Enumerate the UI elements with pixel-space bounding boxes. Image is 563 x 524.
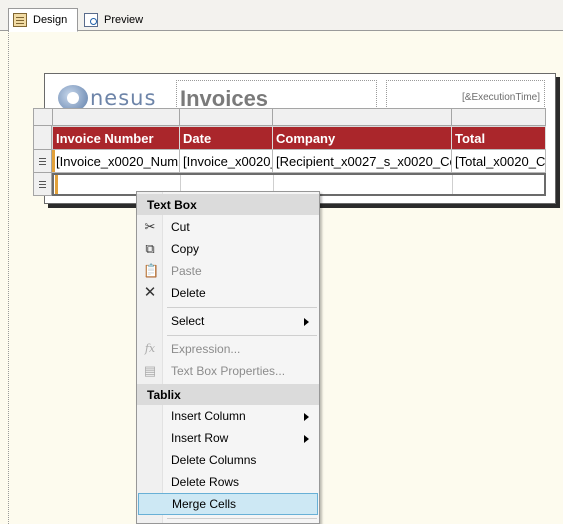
menu-item-label: Expression... — [171, 342, 241, 356]
row-handle-detail[interactable] — [33, 149, 52, 173]
logo-text: nesus — [90, 86, 157, 110]
delete-x-icon: ✕ — [143, 284, 157, 301]
design-icon — [13, 13, 27, 27]
menu-item-label: Merge Cells — [172, 497, 237, 511]
menu-item-label: Cut — [171, 220, 190, 234]
menu-item-expression[interactable]: fx Expression... — [137, 338, 319, 360]
menu-item-label: Insert Column — [171, 409, 246, 423]
fx-icon: fx — [144, 342, 156, 355]
header-cell-total[interactable]: Total — [451, 126, 546, 150]
menu-item-insert-row[interactable]: Insert Row — [137, 427, 319, 449]
paste-icon: 📋 — [143, 263, 160, 278]
row-group-icon — [39, 158, 46, 159]
execution-time: [&ExecutionTime] — [462, 92, 540, 103]
tab-design-label: Design — [33, 14, 68, 26]
preview-icon — [84, 12, 98, 27]
row-handle-new[interactable] — [33, 172, 52, 196]
submenu-arrow-icon — [304, 413, 309, 421]
column-handle[interactable] — [52, 108, 180, 126]
properties-icon: ▤ — [143, 363, 157, 378]
selection-marker — [55, 175, 58, 194]
menu-item-delete-columns[interactable]: Delete Columns — [137, 449, 319, 471]
tab-preview[interactable]: Preview — [80, 8, 150, 31]
menu-item-paste[interactable]: 📋 Paste — [137, 260, 319, 282]
detail-cell-date[interactable]: [Invoice_x0020_Date] — [179, 149, 273, 173]
submenu-arrow-icon — [304, 435, 309, 443]
tablix-corner-handle[interactable] — [33, 108, 53, 126]
menu-item-label: Select — [171, 314, 205, 328]
detail-cell-invoice-number[interactable]: [Invoice_x0020_Number] — [52, 149, 180, 173]
menu-section-text-box: Text Box — [137, 194, 319, 215]
context-menu: Text Box ✂ Cut ⧉ Copy 📋 Paste ✕ Delete S… — [136, 191, 320, 524]
menu-item-label: Delete Columns — [171, 453, 257, 467]
menu-separator — [167, 518, 317, 519]
menu-item-cut[interactable]: ✂ Cut — [137, 216, 319, 238]
menu-item-label: Text Box Properties... — [171, 364, 286, 378]
tab-design[interactable]: Design — [8, 8, 78, 32]
tab-preview-label: Preview — [104, 13, 144, 26]
row-handle-header[interactable] — [33, 125, 52, 150]
column-handle[interactable] — [272, 108, 452, 126]
detail-cell-total[interactable]: [Total_x0020_Cost] — [451, 149, 546, 173]
column-handle[interactable] — [451, 108, 546, 126]
submenu-arrow-icon — [304, 318, 309, 326]
header-cell-company[interactable]: Company — [272, 126, 452, 150]
detail-cell-company[interactable]: [Recipient_x0027_s_x0020_Company] — [272, 149, 452, 173]
menu-item-label: Delete — [171, 286, 206, 300]
menu-item-label: Paste — [171, 264, 202, 278]
menu-separator — [167, 335, 317, 336]
scissors-icon: ✂ — [144, 219, 156, 234]
cell-divider — [452, 175, 453, 194]
menu-item-label: Copy — [171, 242, 200, 256]
menu-item-text-box-properties[interactable]: ▤ Text Box Properties... — [137, 360, 319, 382]
menu-item-merge-cells[interactable]: Merge Cells — [138, 493, 318, 515]
design-surface-edge — [8, 31, 9, 524]
header-cell-date[interactable]: Date — [179, 126, 273, 150]
menu-separator — [167, 307, 317, 308]
row-group-icon — [39, 181, 46, 182]
menu-item-delete[interactable]: ✕ Delete — [137, 282, 319, 304]
header-cell-invoice-number[interactable]: Invoice Number — [52, 126, 180, 150]
tab-strip: Design Preview — [0, 0, 563, 32]
menu-item-delete-rows[interactable]: Delete Rows — [137, 471, 319, 493]
menu-item-insert-column[interactable]: Insert Column — [137, 405, 319, 427]
menu-item-label: Insert Row — [171, 431, 229, 445]
column-handle[interactable] — [179, 108, 273, 126]
menu-section-tablix: Tablix — [137, 384, 319, 405]
copy-icon: ⧉ — [145, 241, 155, 256]
menu-item-copy[interactable]: ⧉ Copy — [137, 238, 319, 260]
cell-selection-marker — [52, 150, 55, 172]
menu-item-select[interactable]: Select — [137, 310, 319, 332]
menu-item-label: Delete Rows — [171, 475, 240, 489]
